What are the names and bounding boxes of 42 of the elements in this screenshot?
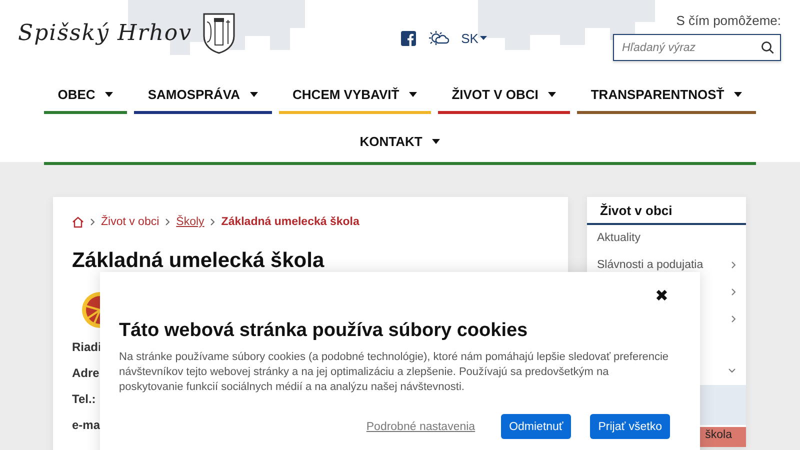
caret-icon — [548, 92, 556, 97]
nav-item[interactable]: OBEC — [44, 78, 128, 114]
breadcrumb-link[interactable]: Školy — [176, 216, 204, 228]
detail-label: Tel.: — [72, 391, 96, 408]
sidebar-item[interactable]: Aktuality — [587, 231, 746, 245]
weather-icon[interactable] — [428, 30, 450, 46]
facebook-icon[interactable] — [401, 30, 416, 46]
caret-icon — [250, 92, 258, 97]
detail-label: Adre — [72, 365, 100, 382]
dialog-title: Táto webová stránka používa súbory cookies — [119, 320, 529, 342]
nav-item[interactable]: KONTAKT — [44, 121, 756, 165]
language-selector[interactable]: SK — [461, 30, 488, 46]
dialog-button[interactable]: Prijať všetko — [590, 414, 670, 439]
logo-text[interactable]: Spišský Hrhov — [18, 20, 192, 46]
caret-icon — [409, 92, 418, 97]
close-button[interactable]: ✖ — [655, 289, 668, 305]
chevron-right-icon — [90, 218, 95, 226]
nav-item[interactable]: ŽIVOT V OBCI — [438, 78, 570, 114]
search-icon[interactable] — [761, 41, 774, 54]
detail-label: e-ma — [72, 417, 100, 434]
breadcrumb-current: Základná umelecká škola — [221, 216, 360, 228]
caret-icon — [480, 36, 488, 40]
detail-label: Riadi — [72, 339, 102, 356]
nav-item[interactable]: SAMOSPRÁVA — [134, 78, 272, 114]
settings-link[interactable]: Podrobné nastavenia — [366, 420, 476, 432]
coat-of-arms-icon[interactable] — [202, 12, 236, 54]
caret-icon — [105, 92, 114, 97]
sidebar-item[interactable]: Slávnosti a podujatia — [587, 258, 746, 272]
help-label: S čím pomôžeme: — [676, 13, 781, 28]
search-field[interactable]: Hľadaný výraz — [613, 34, 781, 61]
chevron-right-icon — [210, 218, 216, 226]
nav-item[interactable]: CHCEM VYBAVIŤ — [278, 78, 431, 114]
sidebar-title: Život v obci — [587, 197, 746, 225]
caret-icon — [734, 92, 742, 97]
dialog-button[interactable]: Odmietnuť — [501, 414, 572, 439]
page-title: Základná umelecká škola — [72, 249, 326, 273]
chevron-right-icon — [165, 218, 170, 226]
caret-icon — [432, 139, 440, 144]
dialog-text: Na stránke používame súbory cookies (a podobné technológie), ktoré nám pomáhajú lepšie sledovať preferencie návštevníkov tejto webovej stránky a na jej optimalizáciu a zlepšenie. Používajú sa predovšetkým na poskytovanie funkcií sociálnych médií a na analýzu našej návštevnosti. — [119, 350, 670, 395]
nav-item[interactable]: TRANSPARENTNOSŤ — [577, 78, 756, 114]
home-icon[interactable] — [72, 216, 84, 228]
breadcrumb-link[interactable]: Život v obci — [101, 216, 160, 228]
